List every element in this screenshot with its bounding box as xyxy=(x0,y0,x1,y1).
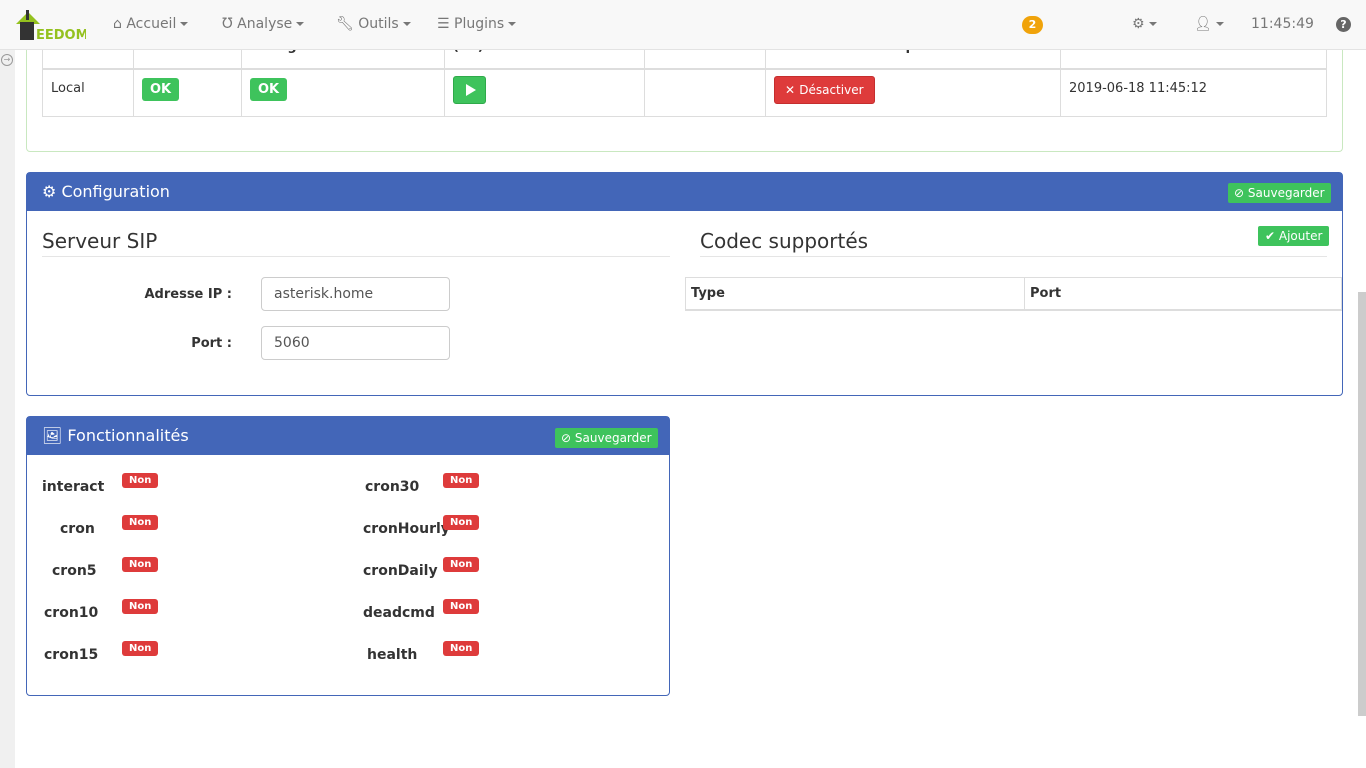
add-label: Ajouter xyxy=(1278,229,1323,243)
codec-table: Type Port xyxy=(685,277,1342,311)
check-circle-icon: ⊘ xyxy=(1234,186,1245,200)
port-input[interactable]: 5060 xyxy=(261,326,450,360)
feature-label: cron10 xyxy=(44,605,99,621)
feature-label: cronHourly xyxy=(363,521,450,537)
codec-title: Codec supportés xyxy=(700,229,869,253)
feature-label: cron xyxy=(60,521,95,537)
notification-badge[interactable]: 2 xyxy=(1022,16,1043,34)
port-label: Port : xyxy=(191,336,232,351)
feature-toggle[interactable]: Non xyxy=(122,599,159,614)
menu-label: Analyse xyxy=(237,16,293,32)
disable-label: Désactiver xyxy=(799,82,864,97)
help-icon[interactable]: ? xyxy=(1336,17,1351,32)
daemon-name: Local xyxy=(42,68,134,117)
menu-label: Outils xyxy=(358,16,399,32)
menu-outils[interactable]: 🔧︎ Outils xyxy=(336,16,411,32)
col-header: Port xyxy=(1024,277,1342,311)
gears-icon: ⚙ xyxy=(42,182,57,201)
settings-menu[interactable]: ⚙ xyxy=(1132,16,1157,32)
panel-header: ⚙ Configuration xyxy=(27,173,1342,211)
menu-label: Accueil xyxy=(126,16,177,32)
svg-text:EEDOM: EEDOM xyxy=(36,28,86,42)
image-icon: 🖼︎ xyxy=(42,426,63,445)
save-label: Sauvegarder xyxy=(1247,186,1325,200)
feature-toggle[interactable]: Non xyxy=(443,599,480,614)
wrench-icon: 🔧︎ xyxy=(336,16,354,32)
check-icon: ✔ xyxy=(1265,229,1276,243)
feature-toggle[interactable]: Non xyxy=(443,473,480,488)
menu-accueil[interactable]: ⌂ Accueil xyxy=(113,16,189,32)
user-menu[interactable]: 👤︎ xyxy=(1194,16,1224,32)
feature-toggle[interactable]: Non xyxy=(443,557,480,572)
menu-plugins[interactable]: ☰ Plugins xyxy=(437,16,517,32)
col-header: Type xyxy=(685,277,1025,311)
restart-button[interactable] xyxy=(453,75,486,104)
divider xyxy=(42,256,670,257)
panel-title: Fonctionnalités xyxy=(67,426,189,445)
home-icon: ⌂ xyxy=(113,16,122,32)
feature-label: cronDaily xyxy=(363,563,438,579)
clock: 11:45:49 xyxy=(1251,16,1314,32)
feature-toggle[interactable]: Non xyxy=(443,515,480,530)
status-badge: OK xyxy=(142,77,180,101)
disable-auto-button[interactable]: ✕ Désactiver xyxy=(774,75,875,104)
menu-analyse[interactable]: Ʊ Analyse xyxy=(222,16,305,32)
feature-toggle[interactable]: Non xyxy=(122,515,159,530)
last-launch: 2019-06-18 11:45:12 xyxy=(1060,68,1327,117)
save-features-button[interactable]: ⊘ Sauvegarder xyxy=(555,428,658,448)
feature-toggle[interactable]: Non xyxy=(443,641,480,656)
user-icon: 👤︎ xyxy=(1194,16,1212,32)
feature-label: interact xyxy=(42,479,105,495)
menu-label: Plugins xyxy=(454,16,505,32)
table-row: Local OK OK ✕ Désactiver 2019-06-18 11:4… xyxy=(42,68,1327,117)
ip-input[interactable]: asterisk.home xyxy=(261,277,450,311)
feature-label: cron5 xyxy=(52,563,97,579)
stethoscope-icon: Ʊ xyxy=(222,16,233,32)
close-icon: ✕ xyxy=(785,82,800,97)
feature-label: cron15 xyxy=(44,647,99,663)
check-circle-icon: ⊘ xyxy=(561,431,572,445)
sip-server-title: Serveur SIP xyxy=(42,229,158,253)
feature-toggle[interactable]: Non xyxy=(122,641,159,656)
list-icon: ☰ xyxy=(437,16,450,32)
ip-label: Adresse IP : xyxy=(144,287,232,302)
stop-cell xyxy=(644,68,766,117)
divider xyxy=(700,256,1327,257)
panel-title: Configuration xyxy=(61,182,170,201)
feature-label: deadcmd xyxy=(363,605,435,621)
left-sidebar-strip: → xyxy=(0,50,15,768)
feature-label: cron30 xyxy=(365,479,420,495)
gears-icon: ⚙ xyxy=(1132,16,1145,32)
jeedom-logo[interactable]: EEDOM xyxy=(14,10,89,43)
config-badge: OK xyxy=(250,77,288,101)
scrollbar[interactable] xyxy=(1358,292,1366,716)
add-codec-button[interactable]: ✔ Ajouter xyxy=(1258,226,1330,246)
feature-toggle[interactable]: Non xyxy=(122,557,159,572)
feature-label: health xyxy=(367,647,418,663)
expand-sidebar-icon[interactable]: → xyxy=(1,54,13,66)
save-configuration-button[interactable]: ⊘ Sauvegarder xyxy=(1228,183,1331,203)
logo-icon: EEDOM xyxy=(16,10,89,43)
feature-toggle[interactable]: Non xyxy=(122,473,159,488)
navbar: EEDOM ⌂ Accueil Ʊ Analyse 🔧︎ Outils ☰ Pl… xyxy=(0,0,1366,50)
save-label: Sauvegarder xyxy=(574,431,652,445)
